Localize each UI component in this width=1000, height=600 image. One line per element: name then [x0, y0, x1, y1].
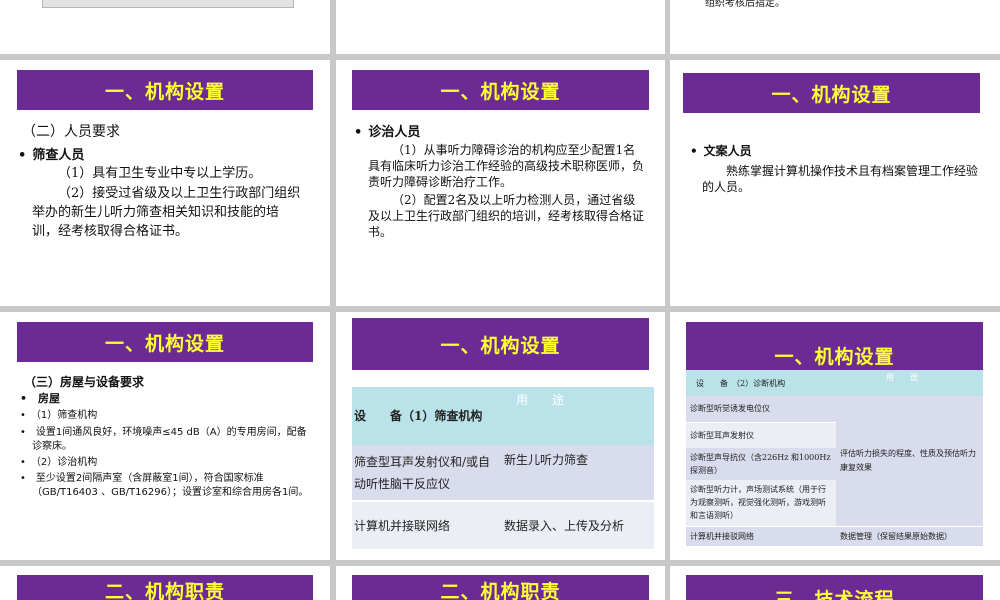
- slide-8-title: 一、机构设置: [352, 318, 649, 370]
- table-cell: 计算机并接联网络: [354, 519, 451, 533]
- slide-7-heading: （三）房屋与设备要求: [24, 375, 145, 389]
- slide-7-item-2: • （1）筛查机构: [20, 410, 98, 421]
- slide-1[interactable]: [0, 0, 330, 54]
- slide-9-table: 设 备 （2）诊断机构 用 途 诊断型听觉诱发电位仪 评估听力损失的程度、性质及…: [686, 370, 983, 546]
- slide-4-para-2: （2）接受过省级及以上卫生行政部门组织举办的新生儿听力筛查相关知识和技能的培训，…: [32, 186, 301, 239]
- table-header-device: 设 备（1）筛查机构: [354, 409, 483, 423]
- slide-6-para-1: 熟练掌握计算机操作技术且有档案管理工作经验的人员。: [702, 164, 979, 194]
- slide-11[interactable]: 二、机构职责: [336, 566, 665, 600]
- table-cell: 诊断型听觉诱发电位仪: [686, 396, 836, 423]
- slide-7[interactable]: 一、机构设置 （三）房屋与设备要求 • 房屋 • （1）筛查机构 • 设置1间通…: [0, 312, 330, 560]
- table-cell: 诊断型听力计，声场测试系统（用于行为观察测听，视觉强化测听，游戏测听和言语测听）: [686, 480, 836, 526]
- slide-4[interactable]: 一、机构设置 （二）人员要求 筛查人员 （1）具有卫生专业中专以上学历。 （2）…: [0, 60, 330, 306]
- slide-7-title: 一、机构设置: [17, 322, 313, 362]
- slide-8-table: 设 备（1）筛查机构 用 途 筛查型耳声发射仪和/或自动听性脑干反应仪 新生儿听…: [352, 387, 654, 549]
- table-cell: 数据管理（保留结果原始数据）: [836, 525, 983, 546]
- slide-6[interactable]: 一、机构设置 文案人员 熟练掌握计算机操作技术且有档案管理工作经验的人员。: [670, 60, 1000, 306]
- table-cell: 诊断型耳声发射仪: [686, 422, 836, 448]
- slide-4-bullet: 筛查人员: [18, 144, 84, 163]
- slide-10[interactable]: 二、机构职责: [0, 566, 330, 600]
- table-row: 诊断型听觉诱发电位仪 评估听力损失的程度、性质及预估听力康复效果: [686, 396, 983, 526]
- slide-3[interactable]: 组织考核后指定。: [670, 0, 1000, 54]
- table-cell-merged-use: 评估听力损失的程度、性质及预估听力康复效果: [836, 396, 983, 526]
- slide-6-bullet: 文案人员: [690, 142, 752, 159]
- slide-7-item-1: • 房屋: [20, 392, 61, 405]
- slide-4-title: 一、机构设置: [17, 70, 313, 110]
- slide-7-item-5: • 至少设置2间隔声室（含屏蔽室1间），符合国家标准（GB/T16403 、GB…: [20, 473, 309, 498]
- table-header-device: 设 备 （2）诊断机构: [696, 378, 786, 388]
- slide-2[interactable]: [336, 0, 665, 54]
- table-header-use: 用 途: [886, 373, 918, 382]
- slide-5[interactable]: 一、机构设置 诊治人员 （1）从事听力障碍诊治的机构应至少配置1名具有临床听力诊…: [336, 60, 665, 306]
- table-header-use: 用 途: [516, 393, 565, 407]
- slide-5-bullet: 诊治人员: [354, 121, 420, 140]
- scrollbar-thumb[interactable]: [42, 0, 294, 8]
- slide-8[interactable]: 一、机构设置 设 备（1）筛查机构 用 途 筛查型耳声发射仪和/或自动听性脑干反…: [336, 312, 665, 560]
- table-header-row: 设 备（1）筛查机构 用 途: [352, 387, 654, 445]
- slide-4-para-1: （1）具有卫生专业中专以上学历。: [58, 166, 262, 181]
- table-header-row: 设 备 （2）诊断机构 用 途: [686, 370, 983, 396]
- slide-5-title: 一、机构设置: [352, 70, 649, 110]
- table-cell: 数据录入、上传及分析: [504, 519, 625, 533]
- slide-7-item-3: • 设置1间通风良好，环境噪声≤45 dB（A）的专用房间，配备诊察床。: [20, 427, 307, 452]
- slide-9[interactable]: 一、机构设置 设 备 （2）诊断机构 用 途 诊断型听觉诱发电位仪 评估听力损失…: [670, 312, 1000, 560]
- slide-4-heading: （二）人员要求: [22, 124, 120, 140]
- table-cell: 筛查型耳声发射仪和/或自动听性脑干反应仪: [354, 454, 491, 491]
- table-row: 计算机并接联网络 数据录入、上传及分析: [352, 501, 654, 549]
- slide-6-title: 一、机构设置: [683, 73, 980, 113]
- slide-10-title: 二、机构职责: [17, 575, 313, 600]
- slide-5-para-1: （1）从事听力障碍诊治的机构应至少配置1名具有临床听力诊治工作经验的高级技术职称…: [368, 143, 645, 189]
- slide-5-para-2: （2）配置2名及以上听力检测人员，通过省级及以上卫生行政部门组织的培训，经考核取…: [368, 193, 645, 239]
- slide-9-title: 一、机构设置: [686, 322, 983, 372]
- table-cell: 诊断型声导抗仪（含226Hz 和1000Hz探测音）: [686, 448, 836, 480]
- slide-12-title: 三、技术流程: [686, 575, 983, 600]
- slide-7-item-4: • （2）诊治机构: [20, 457, 98, 468]
- table-row: 筛查型耳声发射仪和/或自动听性脑干反应仪 新生儿听力筛查: [352, 445, 654, 501]
- table-row: 计算机并接驳网络 数据管理（保留结果原始数据）: [686, 525, 983, 546]
- slide-3-text: 组织考核后指定。: [705, 0, 785, 9]
- table-cell: 计算机并接驳网络: [686, 525, 836, 546]
- slide-11-title: 二、机构职责: [352, 575, 649, 600]
- slide-12[interactable]: 三、技术流程: [670, 566, 1000, 600]
- table-cell: 新生儿听力筛查: [504, 453, 589, 467]
